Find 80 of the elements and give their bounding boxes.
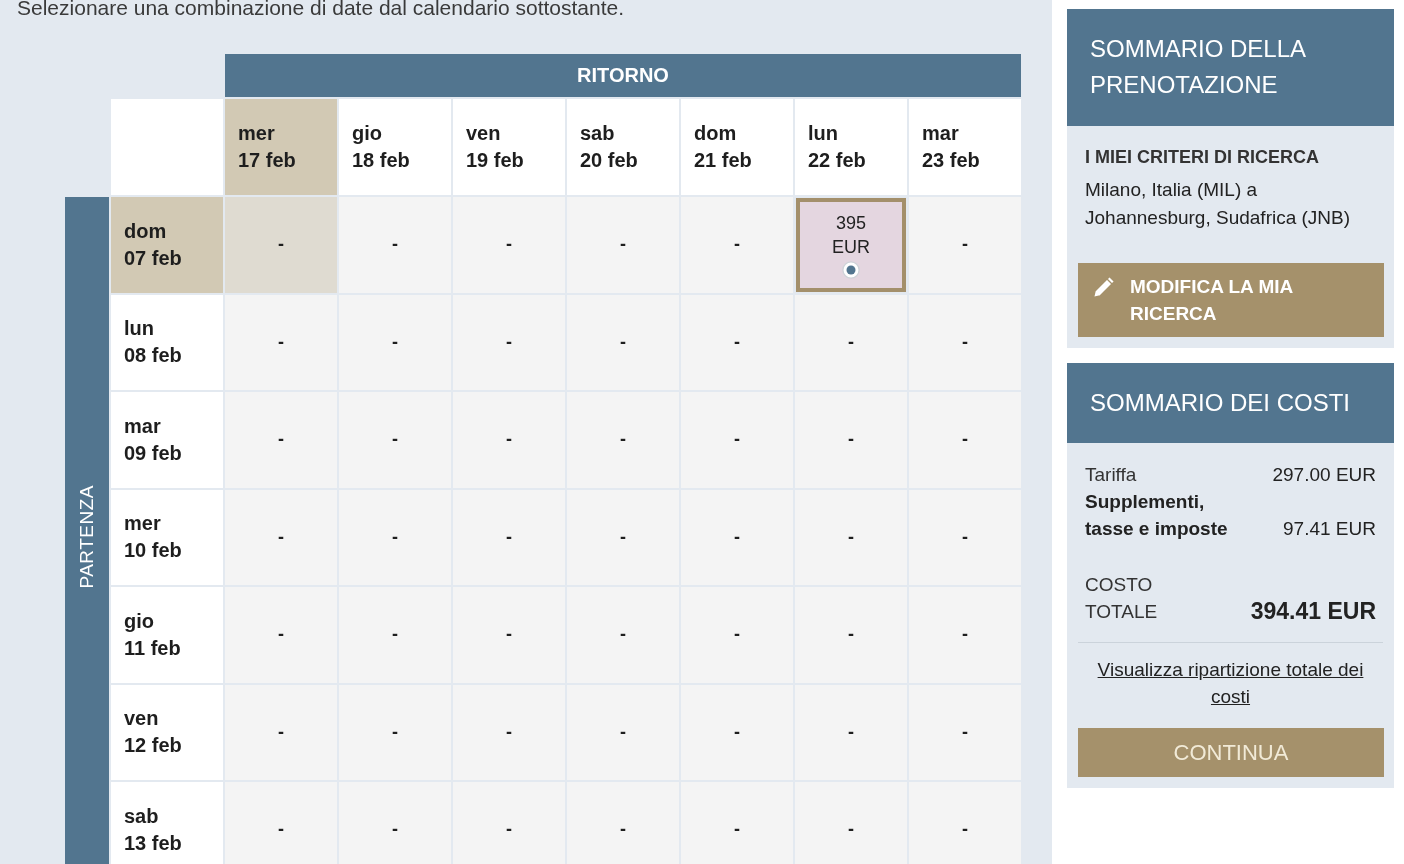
table-cell: - bbox=[567, 392, 679, 488]
table-cell: - bbox=[795, 587, 907, 683]
table-cell: - bbox=[567, 489, 679, 585]
departure-date-header: lun 08 feb bbox=[111, 294, 223, 390]
return-date-header: dom 21 feb bbox=[681, 99, 793, 195]
table-cell: - bbox=[909, 684, 1021, 780]
table-cell: - bbox=[339, 782, 451, 864]
table-cell: - bbox=[339, 197, 451, 293]
return-date-header: gio 18 feb bbox=[339, 99, 451, 195]
table-cell: - bbox=[339, 684, 451, 780]
table-cell: - bbox=[909, 587, 1021, 683]
table-cell: - bbox=[681, 489, 793, 585]
departure-date-header: mar 09 feb bbox=[111, 392, 223, 488]
table-cell: - bbox=[909, 197, 1021, 293]
criteria-heading: I MIEI CRITERI DI RICERCA bbox=[1084, 146, 1320, 169]
table-cell: - bbox=[225, 489, 337, 585]
table-cell: - bbox=[795, 392, 907, 488]
table-cell: - bbox=[795, 489, 907, 585]
departure-date-header: dom 07 feb bbox=[111, 197, 223, 293]
table-cell: - bbox=[909, 294, 1021, 390]
intro-text: Selezionare una combinazione di date dal calendario sottostante. bbox=[17, 0, 626, 20]
table-cell: - bbox=[681, 392, 793, 488]
table-cell: - bbox=[909, 392, 1021, 488]
return-date-header: sab 20 feb bbox=[567, 99, 679, 195]
pencil-icon bbox=[1092, 275, 1116, 299]
departure-date-header: ven 12 feb bbox=[111, 684, 223, 780]
total-amount: 394.41 EUR bbox=[1250, 598, 1376, 625]
table-cell: - bbox=[225, 587, 337, 683]
table-cell: - bbox=[225, 392, 337, 488]
table-cell: - bbox=[795, 294, 907, 390]
table-cell: - bbox=[681, 782, 793, 864]
table-cell: - bbox=[795, 782, 907, 864]
departure-date-header: sab 13 feb bbox=[111, 782, 223, 864]
table-cell: - bbox=[909, 489, 1021, 585]
cost-label: Supplementi, tasse e imposte bbox=[1085, 490, 1229, 541]
departure-date-header: mer 10 feb bbox=[111, 489, 223, 585]
return-date-header: lun 22 feb bbox=[795, 99, 907, 195]
total-label: COSTO TOTALE bbox=[1085, 573, 1159, 624]
table-cell: - bbox=[567, 294, 679, 390]
table-cell: - bbox=[681, 587, 793, 683]
table-cell: - bbox=[339, 392, 451, 488]
panel-title: SOMMARIO DELLA PRENOTAZIONE bbox=[1067, 9, 1394, 126]
departure-label: PARTENZA bbox=[76, 485, 98, 590]
table-cell: - bbox=[453, 294, 565, 390]
table-cell: - bbox=[795, 684, 907, 780]
table-cell: - bbox=[567, 197, 679, 293]
route-text: Milano, Italia (MIL) a Johannesburg, Sudafrica (JNB) bbox=[1084, 178, 1352, 230]
return-header: RITORNO bbox=[225, 54, 1021, 97]
cost-breakdown-link[interactable]: Visualizza ripartizione totale dei costi bbox=[1085, 656, 1376, 710]
table-cell: - bbox=[567, 782, 679, 864]
departure-date-header: gio 11 feb bbox=[111, 587, 223, 683]
return-date-header: ven 19 feb bbox=[453, 99, 565, 195]
table-cell: - bbox=[225, 197, 337, 293]
fare-price: 395 EUR bbox=[832, 211, 870, 259]
table-cell: - bbox=[453, 392, 565, 488]
return-date-header: mar 23 feb bbox=[909, 99, 1021, 195]
table-cell: - bbox=[453, 197, 565, 293]
table-cell: - bbox=[339, 489, 451, 585]
table-cell: - bbox=[681, 197, 793, 293]
panel-title: SOMMARIO DEI COSTI bbox=[1067, 363, 1394, 443]
table-cell: - bbox=[681, 294, 793, 390]
table-cell: - bbox=[225, 294, 337, 390]
table-cell: - bbox=[225, 782, 337, 864]
table-cell: - bbox=[339, 294, 451, 390]
table-cell: - bbox=[567, 684, 679, 780]
return-date-header: mer 17 feb bbox=[225, 99, 337, 195]
table-cell: - bbox=[909, 782, 1021, 864]
cost-amount: 297.00 EUR bbox=[1272, 463, 1376, 487]
cost-label: Tariffa bbox=[1085, 463, 1137, 487]
table-cell: - bbox=[567, 587, 679, 683]
table-cell: - bbox=[453, 684, 565, 780]
table-cell: - bbox=[453, 489, 565, 585]
fare-cell[interactable]: 395 EUR bbox=[796, 198, 906, 292]
table-cell: - bbox=[453, 782, 565, 864]
table-cell: - bbox=[681, 684, 793, 780]
table-cell: - bbox=[453, 587, 565, 683]
radio-button[interactable] bbox=[842, 260, 860, 279]
table-cell: - bbox=[339, 587, 451, 683]
cost-amount: 97.41 EUR bbox=[1283, 517, 1376, 541]
table-cell: - bbox=[225, 684, 337, 780]
